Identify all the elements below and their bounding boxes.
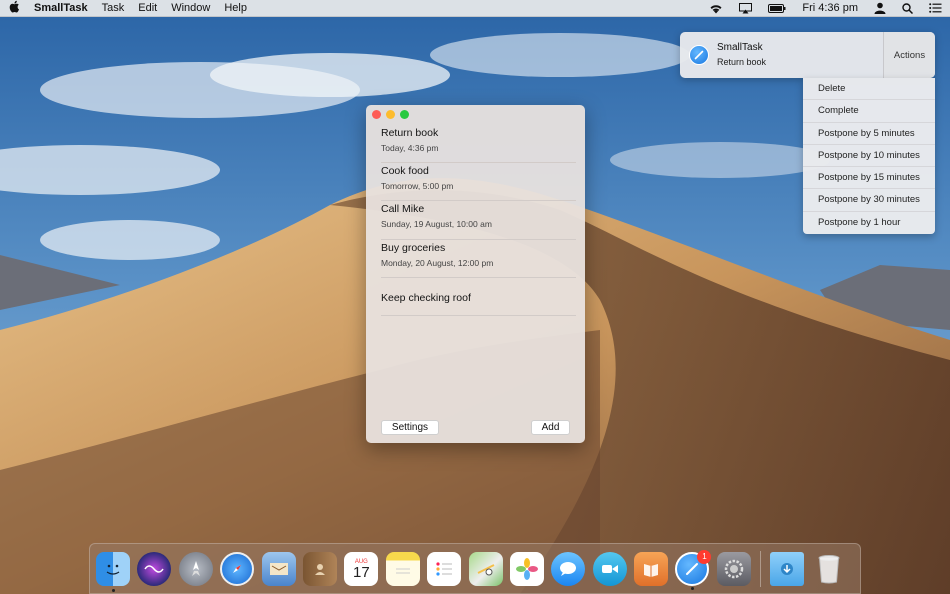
menu-app-name[interactable]: SmallTask xyxy=(28,0,95,17)
menu-help[interactable]: Help xyxy=(217,0,254,17)
close-window-button[interactable] xyxy=(372,110,381,119)
task-date: Monday, 20 August, 12:00 pm xyxy=(381,257,494,268)
smalltask-dock-icon[interactable]: 1 xyxy=(675,549,712,590)
maps-icon[interactable] xyxy=(468,551,503,586)
notification-title: SmallTask xyxy=(717,42,763,53)
task-title: Cook food xyxy=(381,165,429,178)
task-item[interactable]: Cook food Tomorrow, 5:00 pm xyxy=(381,163,576,202)
menu-clock[interactable]: Fri 4:36 pm xyxy=(794,2,866,14)
notification-center-icon[interactable] xyxy=(921,0,950,17)
task-date: Sunday, 19 August, 10:00 am xyxy=(381,219,492,230)
running-indicator xyxy=(111,588,115,592)
menu-task[interactable]: Task xyxy=(95,0,132,17)
dock: AUG 17 1 xyxy=(89,543,861,594)
menu-bar: SmallTask Task Edit Window Help Fri 4:36… xyxy=(0,0,950,17)
notification-badge: 1 xyxy=(697,549,712,564)
reminders-icon[interactable] xyxy=(427,551,462,586)
menu-window[interactable]: Window xyxy=(164,0,217,17)
action-postpone-30[interactable]: Postpone by 30 minutes xyxy=(803,189,935,212)
downloads-folder-icon[interactable] xyxy=(770,551,805,586)
airplay-icon[interactable] xyxy=(731,0,760,17)
safari-icon[interactable] xyxy=(220,551,255,586)
calendar-icon[interactable]: AUG 17 xyxy=(344,551,379,586)
notification-banner[interactable]: SmallTask Return book Actions xyxy=(680,32,935,78)
task-item[interactable]: Buy groceries Monday, 20 August, 12:00 p… xyxy=(381,240,576,278)
action-postpone-60[interactable]: Postpone by 1 hour xyxy=(803,212,935,234)
actions-menu: Delete Complete Postpone by 5 minutes Po… xyxy=(803,78,935,235)
action-postpone-10[interactable]: Postpone by 10 minutes xyxy=(803,145,935,168)
contacts-icon[interactable] xyxy=(302,551,337,586)
task-date: Tomorrow, 5:00 pm xyxy=(381,181,454,192)
task-item[interactable]: Return book Today, 4:36 pm xyxy=(381,125,576,164)
notes-icon[interactable] xyxy=(385,551,420,586)
trash-icon[interactable] xyxy=(812,552,846,586)
apple-menu-icon[interactable] xyxy=(0,0,28,16)
notification-content: SmallTask Return book xyxy=(717,32,883,78)
system-preferences-icon[interactable] xyxy=(716,551,751,586)
battery-icon[interactable] xyxy=(760,0,794,17)
calendar-day: 17 xyxy=(353,563,370,581)
action-delete[interactable]: Delete xyxy=(803,78,935,101)
action-postpone-5[interactable]: Postpone by 5 minutes xyxy=(803,123,935,145)
notification-body: Return book xyxy=(717,57,767,67)
task-title: Keep checking roof xyxy=(381,291,471,304)
action-complete[interactable]: Complete xyxy=(803,100,935,123)
menu-edit[interactable]: Edit xyxy=(131,0,164,17)
messages-icon[interactable] xyxy=(551,551,586,586)
user-icon[interactable] xyxy=(866,0,894,17)
siri-icon[interactable] xyxy=(137,551,172,586)
photos-icon[interactable] xyxy=(509,551,544,586)
spotlight-icon[interactable] xyxy=(894,0,921,17)
smalltask-app-icon xyxy=(689,45,709,65)
ibooks-icon[interactable] xyxy=(634,551,669,586)
task-title: Buy groceries xyxy=(381,241,446,254)
zoom-window-button[interactable] xyxy=(400,110,409,119)
launchpad-icon[interactable] xyxy=(178,551,213,586)
running-indicator xyxy=(690,586,694,590)
settings-button[interactable]: Settings xyxy=(381,420,439,435)
mail-icon[interactable] xyxy=(261,551,296,586)
smalltask-window: Return book Today, 4:36 pm Cook food Tom… xyxy=(366,105,585,443)
minimize-window-button[interactable] xyxy=(386,110,395,119)
task-item[interactable]: Keep checking roof xyxy=(381,278,576,316)
dock-separator xyxy=(760,550,762,587)
add-task-button[interactable]: Add xyxy=(531,420,570,435)
notification-actions-button[interactable]: Actions xyxy=(883,32,935,78)
action-postpone-15[interactable]: Postpone by 15 minutes xyxy=(803,167,935,190)
finder-icon[interactable] xyxy=(96,551,130,592)
window-controls xyxy=(372,110,409,119)
task-item[interactable]: Call Mike Sunday, 19 August, 10:00 am xyxy=(381,201,576,240)
task-title: Return book xyxy=(381,127,439,139)
facetime-icon[interactable] xyxy=(592,551,627,586)
wifi-icon[interactable] xyxy=(701,0,731,17)
task-date: Today, 4:36 pm xyxy=(381,143,439,153)
task-title: Call Mike xyxy=(381,203,425,216)
task-list: Return book Today, 4:36 pm Cook food Tom… xyxy=(381,125,576,316)
